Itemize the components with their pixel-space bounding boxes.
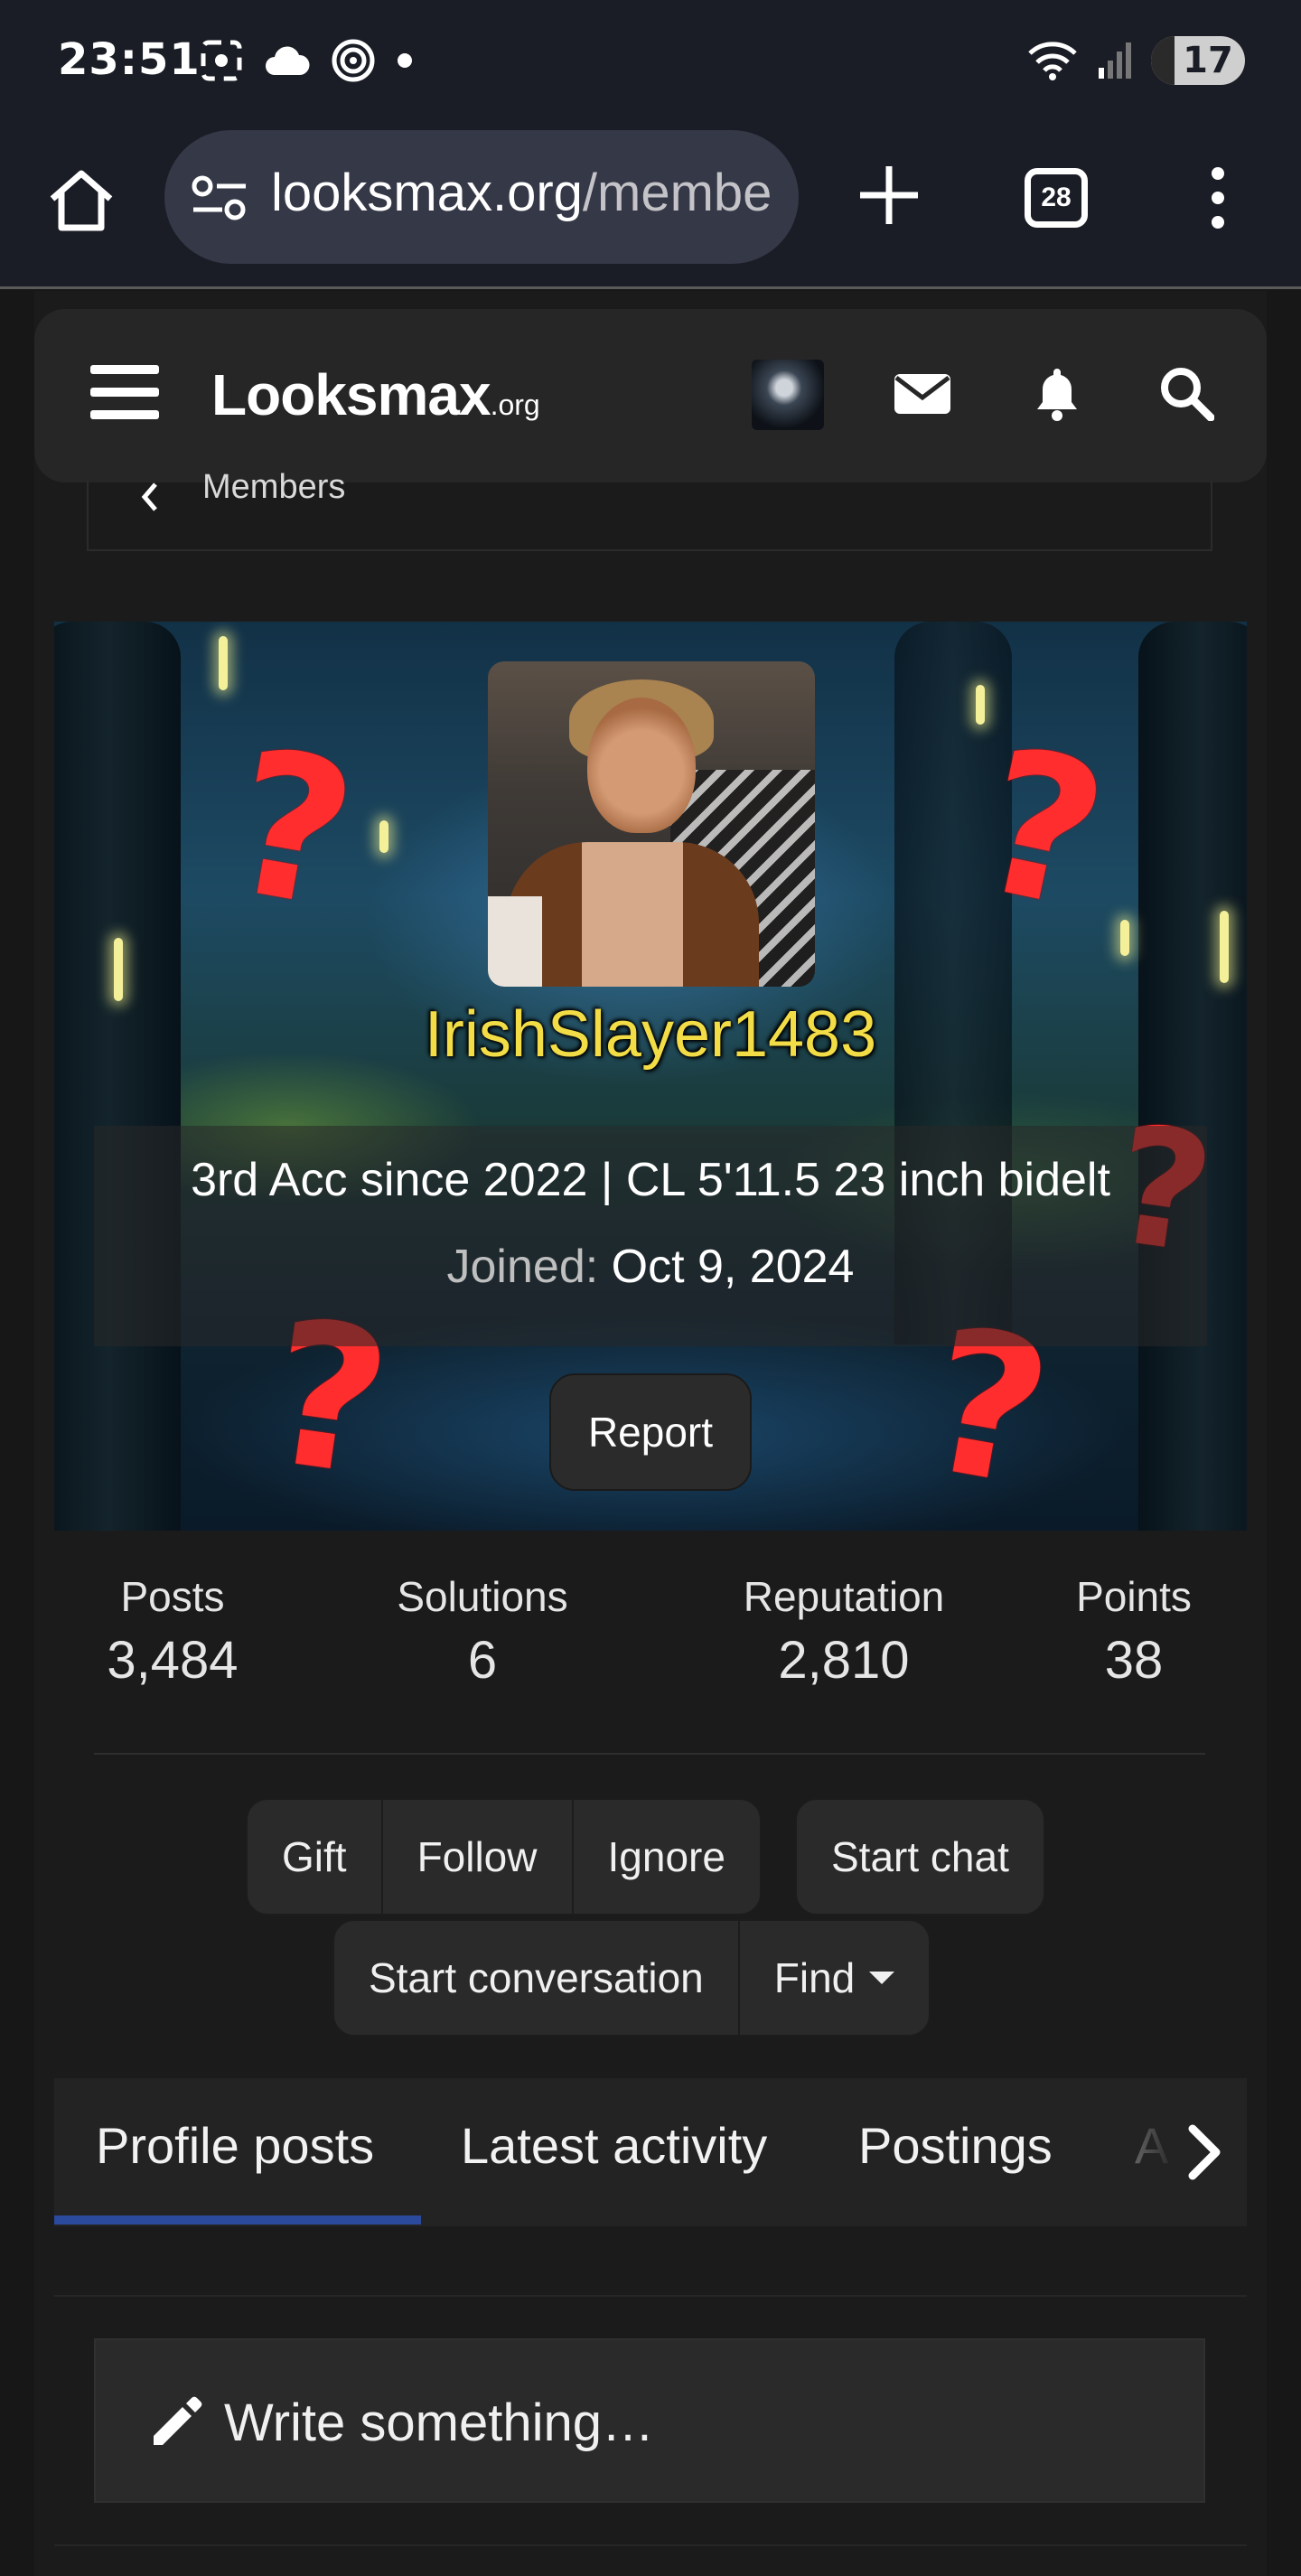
ignore-button[interactable]: Ignore bbox=[574, 1800, 760, 1914]
tab-latest-activity[interactable]: Latest activity bbox=[461, 2116, 767, 2175]
hotspot-icon bbox=[332, 39, 375, 82]
firefly bbox=[1120, 920, 1129, 956]
active-tab-indicator bbox=[54, 2215, 421, 2225]
profile-action-group: Gift Follow Ignore bbox=[246, 1798, 762, 1916]
follow-button[interactable]: Follow bbox=[383, 1800, 574, 1914]
caret-down-icon bbox=[869, 1972, 895, 1984]
firefly bbox=[379, 820, 388, 853]
divider bbox=[54, 2295, 1247, 2297]
profile-username: IrishSlayer1483 bbox=[424, 998, 877, 1071]
firefly bbox=[114, 938, 123, 1001]
status-time: 23:51 bbox=[58, 34, 201, 85]
mail-icon[interactable] bbox=[894, 370, 950, 416]
site-header: Looksmax.org bbox=[34, 309, 1267, 482]
bell-icon[interactable] bbox=[1030, 365, 1084, 421]
firefly bbox=[1220, 911, 1229, 983]
url-text: looksmax.org/membe bbox=[271, 164, 772, 222]
firefly bbox=[976, 685, 985, 725]
composer-placeholder: Write something… bbox=[224, 2393, 654, 2452]
battery-indicator: 17 bbox=[1151, 36, 1245, 85]
stat-points[interactable]: Points 38 bbox=[1048, 1572, 1220, 1691]
stat-solutions[interactable]: Solutions 6 bbox=[365, 1572, 600, 1691]
profile-avatar[interactable] bbox=[488, 661, 815, 987]
custom-title: 3rd Acc since 2022 | CL 5'11.5 23 inch b… bbox=[191, 1154, 1110, 1206]
banner-tree bbox=[54, 622, 181, 1531]
conversation-action-group: Start conversation Find bbox=[332, 1919, 931, 2037]
tab-profile-posts[interactable]: Profile posts bbox=[96, 2116, 374, 2175]
chat-action-group: Start chat bbox=[795, 1798, 1045, 1916]
divider bbox=[94, 1753, 1205, 1755]
menu-icon[interactable] bbox=[90, 363, 159, 421]
status-bar: 23:51 17 bbox=[0, 0, 1301, 126]
firefly bbox=[219, 636, 228, 690]
profile-tabs: Profile posts Latest activity Postings A bbox=[54, 2078, 1247, 2226]
profile-info-box: 3rd Acc since 2022 | CL 5'11.5 23 inch b… bbox=[94, 1126, 1207, 1346]
cloud-icon bbox=[266, 46, 310, 75]
site-logo[interactable]: Looksmax.org bbox=[211, 361, 540, 428]
gift-button[interactable]: Gift bbox=[248, 1800, 383, 1914]
dot-icon bbox=[398, 53, 412, 68]
user-avatar[interactable] bbox=[752, 360, 824, 430]
joined-info: Joined: Oct 9, 2024 bbox=[446, 1241, 855, 1293]
chevron-left-icon bbox=[141, 482, 157, 511]
divider bbox=[54, 2544, 1247, 2546]
signal-icon bbox=[1099, 42, 1131, 79]
search-icon[interactable] bbox=[1158, 365, 1214, 421]
home-icon[interactable] bbox=[45, 164, 117, 237]
profile-stats: Posts 3,484 Solutions 6 Reputation 2,810 Po… bbox=[54, 1572, 1247, 1717]
overflow-menu-icon[interactable] bbox=[1198, 164, 1238, 231]
new-tab-icon[interactable] bbox=[853, 159, 925, 231]
wifi-icon bbox=[1028, 42, 1077, 80]
chevron-right-icon[interactable] bbox=[1176, 2123, 1231, 2181]
stat-posts[interactable]: Posts 3,484 bbox=[78, 1572, 267, 1691]
report-button[interactable]: Report bbox=[549, 1373, 752, 1491]
site-settings-icon[interactable] bbox=[190, 173, 249, 222]
banner-tree bbox=[1138, 622, 1247, 1531]
start-conversation-button[interactable]: Start conversation bbox=[334, 1921, 740, 2035]
start-chat-button[interactable]: Start chat bbox=[797, 1800, 1044, 1914]
tab-postings[interactable]: Postings bbox=[858, 2116, 1053, 2175]
browser-toolbar: looksmax.org/membe 28 bbox=[0, 126, 1301, 289]
address-bar[interactable]: looksmax.org/membe bbox=[164, 130, 799, 264]
pencil-icon bbox=[154, 2396, 202, 2445]
profile-post-composer[interactable]: Write something… bbox=[94, 2338, 1205, 2503]
profile-banner: ? ? ? ? ? IrishSlayer1483 3rd Acc since … bbox=[54, 622, 1247, 1531]
stat-reputation[interactable]: Reputation 2,810 bbox=[708, 1572, 979, 1691]
find-dropdown[interactable]: Find bbox=[740, 1921, 929, 2035]
screenshot-icon bbox=[201, 40, 242, 81]
question-mark-doodle: ? bbox=[215, 705, 370, 954]
breadcrumb[interactable]: Members bbox=[87, 468, 1212, 551]
tab-switcher-button[interactable]: 28 bbox=[1025, 168, 1088, 228]
breadcrumb-members[interactable]: Members bbox=[202, 468, 345, 507]
